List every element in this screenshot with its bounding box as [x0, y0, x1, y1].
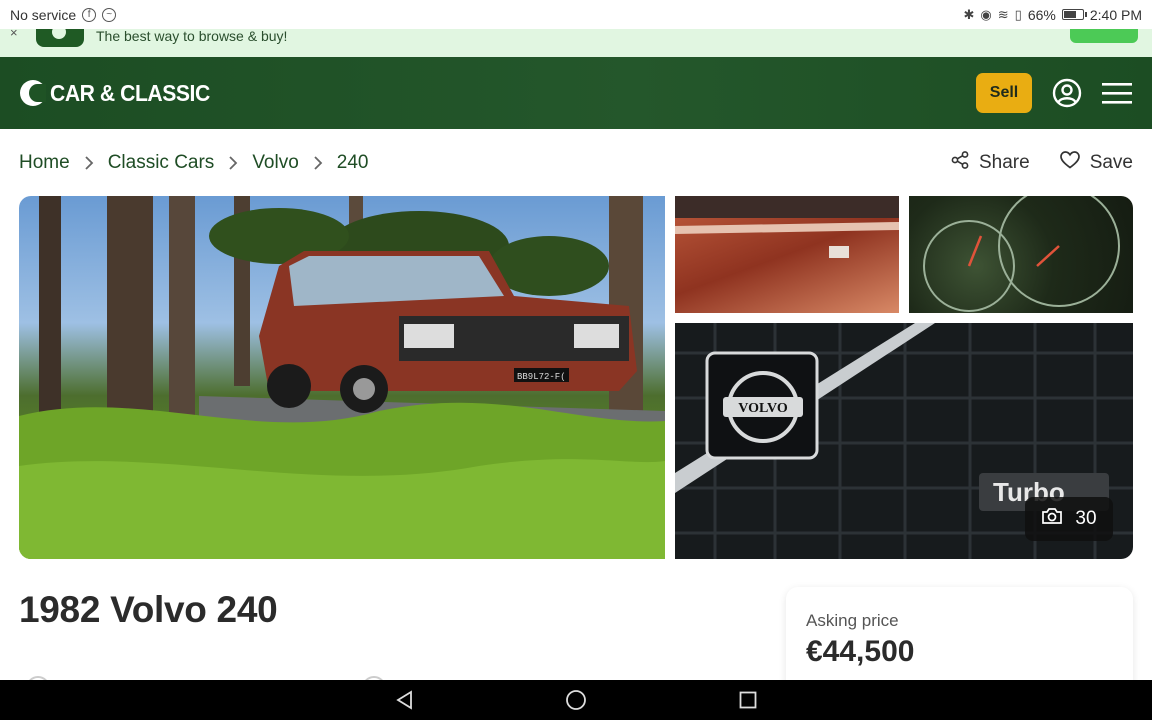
photo-count-button[interactable]: 30	[1025, 497, 1113, 541]
breadcrumb-classic-cars[interactable]: Classic Cars	[108, 152, 215, 174]
recents-icon[interactable]	[736, 688, 760, 712]
body-detail-photo[interactable]	[675, 196, 899, 313]
menu-icon[interactable]	[1102, 78, 1132, 108]
grille-badge-photo[interactable]: VOLVO Turbo 30	[675, 323, 1133, 559]
back-icon[interactable]	[392, 688, 416, 712]
status-bar: No service f ~ ✱ ◉ ≋ ▯ 66% 2:40 PM	[0, 0, 1152, 29]
facebook-icon: f	[82, 7, 97, 22]
price-label: Asking price	[806, 611, 899, 630]
breadcrumb-240[interactable]: 240	[337, 152, 369, 174]
chevron-right-icon	[228, 156, 238, 170]
share-button[interactable]: Share	[951, 151, 1030, 175]
brand-mark-icon	[20, 80, 46, 106]
eye-comfort-icon: ◉	[980, 6, 992, 22]
battery-percent: 66%	[1027, 6, 1056, 23]
bluetooth-icon: ✱	[963, 6, 975, 22]
main-car-photo[interactable]: BB9L72-F(	[19, 196, 665, 559]
breadcrumb: Home Classic Cars Volvo 240	[19, 152, 369, 174]
license-plate-text: BB9L72-F(	[517, 372, 566, 382]
wifi-icon: ≋	[997, 6, 1009, 22]
system-nav-bar	[0, 680, 1152, 720]
camera-icon	[1041, 507, 1063, 531]
photo-gallery: BB9L72-F(VOLVO Turbo 30	[19, 196, 1133, 559]
breadcrumb-row: Home Classic Cars Volvo 240 Share Save	[19, 150, 1133, 176]
chevron-right-icon	[313, 156, 323, 170]
sim-icon: ▯	[1014, 6, 1022, 22]
sell-button[interactable]: Sell	[976, 73, 1032, 113]
open-app-button[interactable]	[1070, 29, 1138, 43]
battery-fill	[1063, 11, 1076, 18]
app-logo	[36, 29, 84, 47]
save-label: Save	[1089, 152, 1133, 173]
brand-name: CAR & CLASSIC	[50, 79, 210, 106]
close-banner-icon[interactable]: ×	[10, 29, 18, 40]
carrier-text: No service	[10, 6, 77, 23]
heart-icon	[1059, 151, 1080, 175]
share-icon	[951, 151, 969, 175]
price-value: €44,500	[806, 635, 915, 668]
chevron-right-icon	[84, 156, 94, 170]
site-header: CAR & CLASSIC Sell	[0, 57, 1152, 129]
messenger-icon: ~	[102, 7, 117, 22]
home-icon[interactable]	[564, 688, 588, 712]
account-icon[interactable]	[1052, 78, 1082, 108]
brand-logo[interactable]: CAR & CLASSIC	[20, 80, 224, 107]
battery-icon	[1061, 9, 1087, 20]
app-banner[interactable]: × The best way to browse & buy!	[0, 29, 1152, 57]
volvo-badge-text: VOLVO	[738, 401, 788, 416]
clock: 2:40 PM	[1089, 6, 1142, 23]
speedometer-photo[interactable]	[909, 196, 1133, 313]
save-button[interactable]: Save	[1059, 151, 1133, 175]
breadcrumb-home[interactable]: Home	[19, 152, 70, 174]
app-banner-tagline: The best way to browse & buy!	[96, 29, 288, 44]
share-label: Share	[978, 152, 1030, 173]
listing-title: 1982 Volvo 240	[19, 589, 278, 630]
photo-count: 30	[1075, 508, 1097, 529]
breadcrumb-volvo[interactable]: Volvo	[252, 152, 298, 174]
